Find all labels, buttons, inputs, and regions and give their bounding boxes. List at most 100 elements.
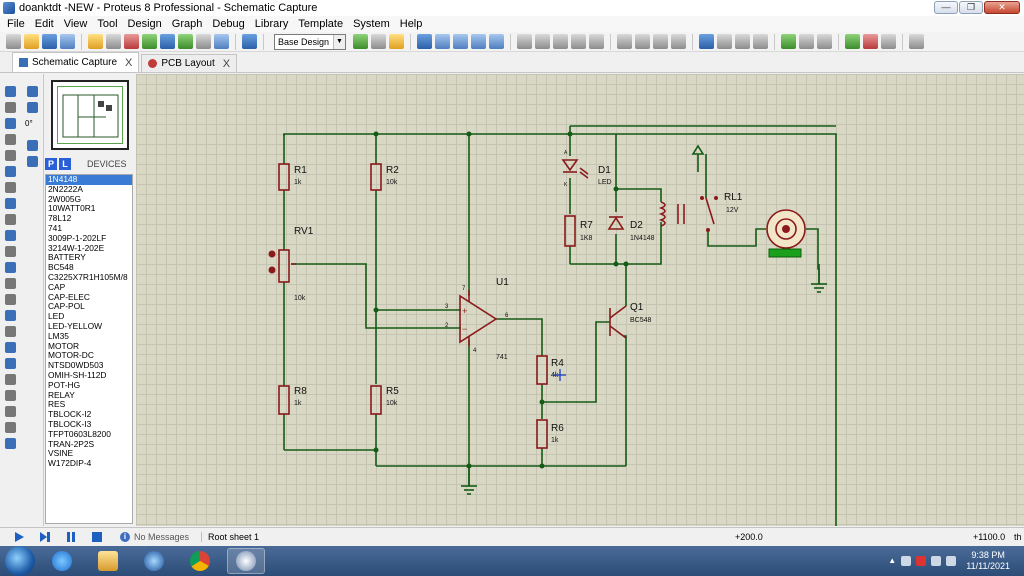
packaging-tool-icon[interactable] bbox=[735, 34, 750, 49]
network-icon[interactable] bbox=[901, 556, 912, 566]
start-button[interactable] bbox=[5, 546, 35, 576]
buses-icon[interactable] bbox=[5, 166, 16, 177]
stop-icon[interactable] bbox=[92, 531, 102, 542]
new-sheet-icon[interactable] bbox=[845, 34, 860, 49]
zoom-all-icon[interactable] bbox=[471, 34, 486, 49]
minimize-button[interactable]: — bbox=[934, 1, 958, 14]
wire-autorouter-icon[interactable] bbox=[781, 34, 796, 49]
rl1-relay[interactable] bbox=[658, 197, 715, 227]
d1-led[interactable] bbox=[561, 159, 589, 179]
block-rotate-icon[interactable] bbox=[653, 34, 668, 49]
rv1-terminal-top[interactable] bbox=[268, 250, 276, 258]
flip-vertical-icon[interactable] bbox=[27, 156, 38, 167]
undo-icon[interactable] bbox=[517, 34, 532, 49]
menu-design[interactable]: Design bbox=[123, 18, 167, 30]
refresh-icon[interactable] bbox=[353, 34, 368, 49]
line-icon[interactable] bbox=[5, 326, 16, 337]
rotate-clockwise-icon[interactable] bbox=[27, 86, 38, 97]
arc-icon[interactable] bbox=[5, 374, 16, 385]
play-icon[interactable] bbox=[14, 531, 24, 542]
text-script-icon[interactable] bbox=[5, 150, 16, 161]
show-hidden-icon[interactable]: ▲ bbox=[888, 556, 896, 566]
redo-icon[interactable] bbox=[535, 34, 550, 49]
circle-icon[interactable] bbox=[5, 358, 16, 369]
taskbar-file-explorer[interactable] bbox=[89, 548, 127, 574]
r1-body[interactable] bbox=[278, 163, 290, 191]
zoom-out-icon[interactable] bbox=[453, 34, 468, 49]
pause-icon[interactable] bbox=[66, 531, 76, 542]
block-move-icon[interactable] bbox=[635, 34, 650, 49]
netlist-icon[interactable] bbox=[909, 34, 924, 49]
taskbar-proteus[interactable] bbox=[227, 548, 265, 574]
taskbar-internet-explorer[interactable] bbox=[43, 548, 81, 574]
r5-body[interactable] bbox=[370, 385, 382, 415]
marker-icon[interactable] bbox=[5, 438, 16, 449]
r2-body[interactable] bbox=[370, 163, 382, 191]
property-tool-icon[interactable] bbox=[817, 34, 832, 49]
tape-recorder-icon[interactable] bbox=[5, 246, 16, 257]
save-icon[interactable] bbox=[42, 34, 57, 49]
grid-icon[interactable] bbox=[371, 34, 386, 49]
wire-label-icon[interactable] bbox=[5, 134, 16, 145]
closed-path-icon[interactable] bbox=[5, 390, 16, 401]
taskbar-chrome[interactable] bbox=[181, 548, 219, 574]
subcircuit-icon[interactable] bbox=[5, 182, 16, 193]
motor[interactable] bbox=[766, 209, 806, 258]
pick-device-icon[interactable] bbox=[699, 34, 714, 49]
overview-viewport[interactable] bbox=[57, 86, 123, 144]
selection-mode-icon[interactable] bbox=[5, 86, 16, 97]
virtual-instruments-icon[interactable] bbox=[5, 310, 16, 321]
rotate-anticlockwise-icon[interactable] bbox=[27, 102, 38, 113]
maximize-button[interactable]: ❐ bbox=[959, 1, 983, 14]
device-pins-icon[interactable] bbox=[5, 214, 16, 225]
component-mode-icon[interactable] bbox=[5, 102, 16, 113]
search-icon[interactable] bbox=[799, 34, 814, 49]
overview-window[interactable] bbox=[51, 80, 129, 150]
device-list-item[interactable]: W172DIP-4 bbox=[46, 458, 132, 469]
menu-file[interactable]: File bbox=[2, 18, 30, 30]
close-icon[interactable]: X bbox=[125, 57, 132, 69]
copy-icon[interactable] bbox=[571, 34, 586, 49]
symbol-icon[interactable] bbox=[5, 422, 16, 433]
rv1-terminal-bottom[interactable] bbox=[268, 266, 276, 274]
q1-transistor[interactable] bbox=[609, 305, 627, 339]
signal-icon[interactable] bbox=[931, 556, 942, 566]
r7-body[interactable] bbox=[564, 215, 576, 247]
menu-edit[interactable]: Edit bbox=[30, 18, 59, 30]
help-icon[interactable] bbox=[242, 34, 257, 49]
origin-icon[interactable] bbox=[389, 34, 404, 49]
graph-icon[interactable] bbox=[5, 230, 16, 241]
rv1-body[interactable] bbox=[278, 249, 290, 283]
design-explorer-icon[interactable] bbox=[214, 34, 229, 49]
pcb-icon[interactable] bbox=[124, 34, 139, 49]
flip-horizontal-icon[interactable] bbox=[27, 140, 38, 151]
message-indicator[interactable]: i No Messages bbox=[120, 531, 189, 542]
current-probe-icon[interactable] bbox=[5, 294, 16, 305]
text-icon[interactable] bbox=[5, 406, 16, 417]
menu-tool[interactable]: Tool bbox=[92, 18, 122, 30]
cut-icon[interactable] bbox=[553, 34, 568, 49]
close-icon[interactable]: X bbox=[223, 58, 230, 70]
pan-icon[interactable] bbox=[417, 34, 432, 49]
d2-diode[interactable] bbox=[607, 216, 625, 230]
decompose-icon[interactable] bbox=[753, 34, 768, 49]
taskbar-media-player[interactable] bbox=[135, 548, 173, 574]
u1-opamp[interactable] bbox=[459, 290, 498, 346]
tab-pcb-layout[interactable]: PCB Layout X bbox=[141, 54, 238, 72]
step-icon[interactable] bbox=[40, 531, 50, 542]
home-icon[interactable] bbox=[88, 34, 103, 49]
3d-view-icon[interactable] bbox=[160, 34, 175, 49]
menu-system[interactable]: System bbox=[348, 18, 395, 30]
remove-sheet-icon[interactable] bbox=[863, 34, 878, 49]
device-list[interactable]: 1N4148 2N2222A 2W005G 10WATT0R1 78L12 741 3009… bbox=[45, 174, 133, 524]
close-button[interactable]: ✕ bbox=[984, 1, 1020, 14]
new-file-icon[interactable] bbox=[6, 34, 21, 49]
menu-library[interactable]: Library bbox=[250, 18, 294, 30]
design-select[interactable]: Base Design ▼ bbox=[274, 33, 346, 50]
r4-body[interactable] bbox=[536, 355, 548, 385]
junction-dot-icon[interactable] bbox=[5, 118, 16, 129]
flag-icon[interactable] bbox=[916, 556, 927, 566]
r6-body[interactable] bbox=[536, 419, 548, 449]
make-device-icon[interactable] bbox=[717, 34, 732, 49]
library-manager-button[interactable]: L bbox=[59, 158, 71, 170]
